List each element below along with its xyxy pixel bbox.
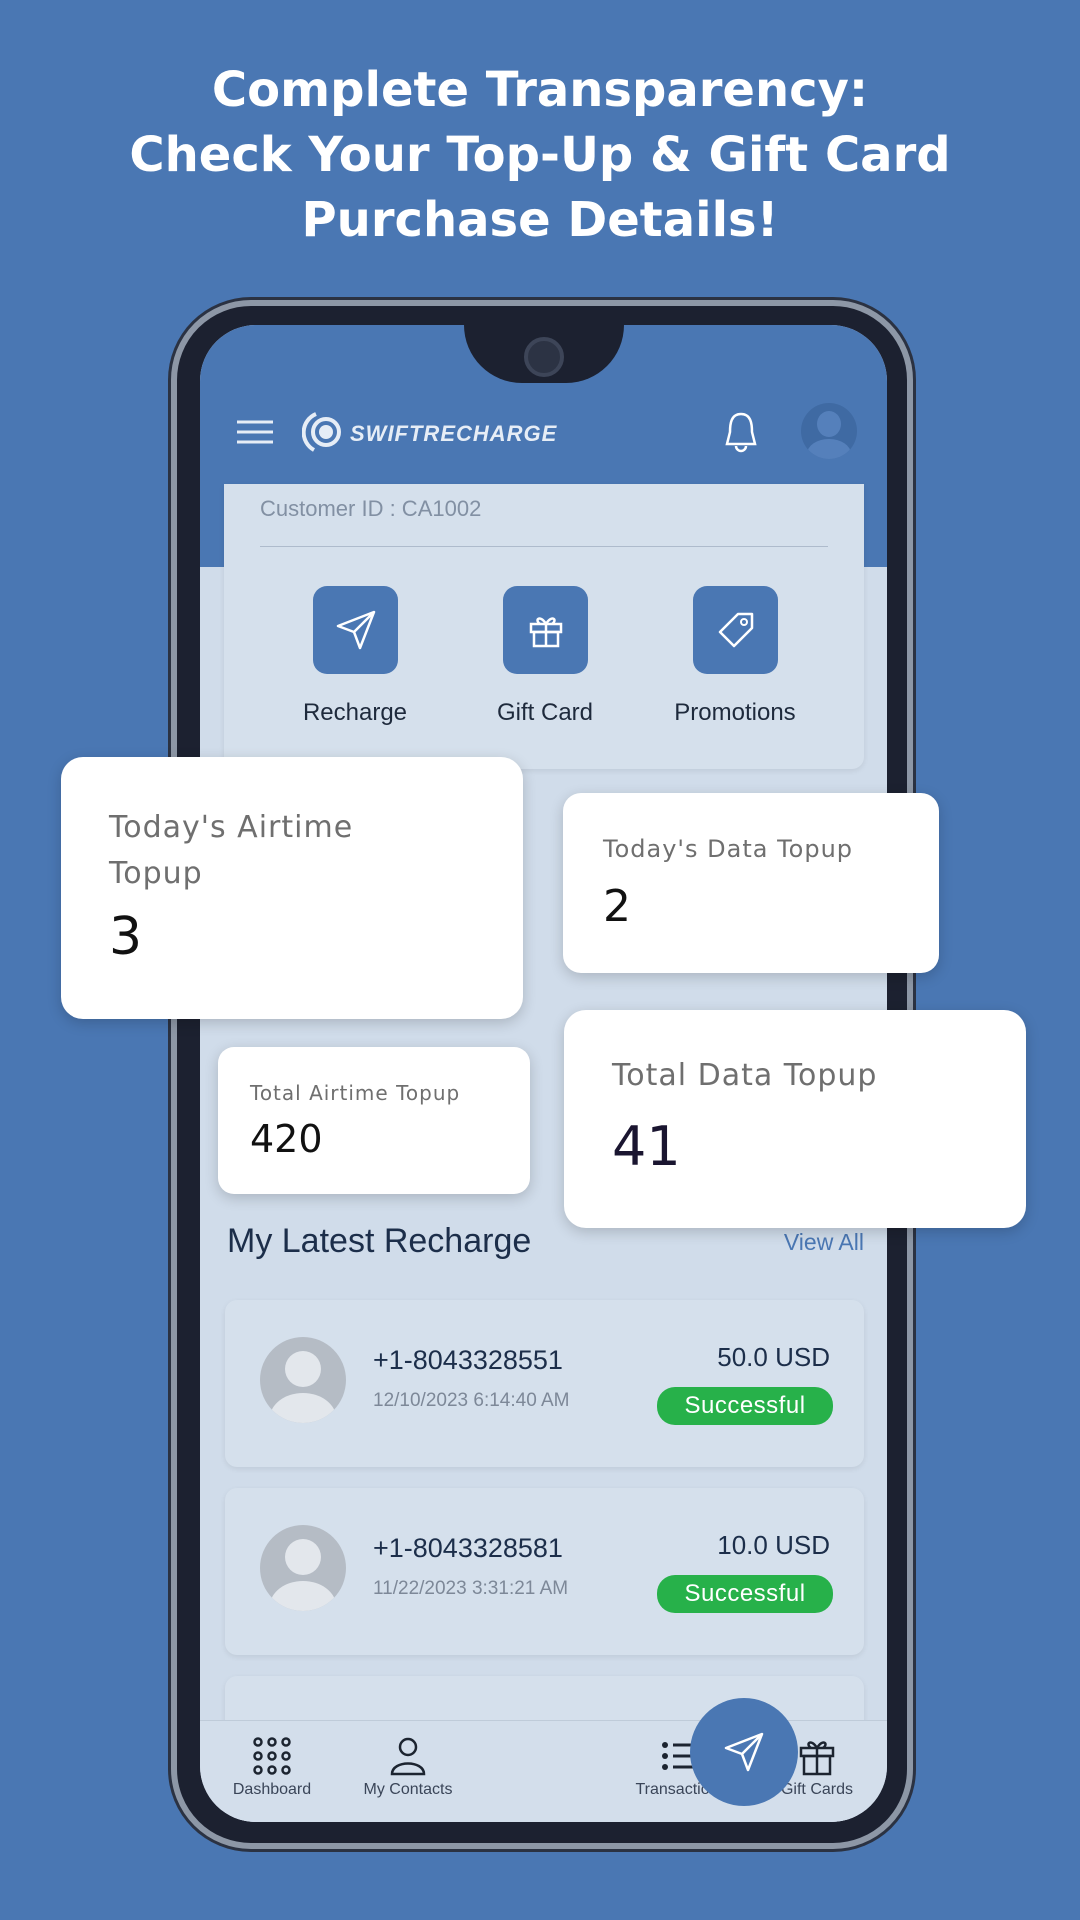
amount: 50.0 USD <box>717 1342 830 1372</box>
nav-dashboard[interactable]: Dashboard <box>207 1736 337 1799</box>
bell-icon[interactable] <box>722 410 760 454</box>
action-gift-card[interactable]: Gift Card <box>445 586 645 727</box>
camera <box>524 337 564 377</box>
stat-card-today-airtime: Today's Airtime Topup 3 <box>61 757 523 1019</box>
amount: 10.0 USD <box>717 1530 830 1560</box>
recharge-item[interactable]: +1-8043328551 12/10/2023 6:14:40 AM 50.0… <box>225 1300 864 1467</box>
stat-card-total-airtime: Total Airtime Topup 420 <box>218 1047 530 1194</box>
stat-label: Total Airtime Topup <box>250 1081 461 1105</box>
nav-label: My Contacts <box>363 1781 453 1798</box>
grid-icon <box>253 1737 291 1775</box>
headline: Complete Transparency: Check Your Top-Up… <box>0 58 1080 253</box>
gift-icon <box>799 1741 835 1776</box>
action-promotions[interactable]: Promotions <box>635 586 835 727</box>
headline-line: Purchase Details! <box>301 192 779 248</box>
customer-id: Customer ID : CA1002 <box>260 496 482 521</box>
tag-icon <box>693 586 778 674</box>
customer-card: Customer ID : CA1002 Recharge Gift Card … <box>224 484 864 769</box>
user-icon <box>390 1737 426 1776</box>
stat-value: 420 <box>250 1117 323 1161</box>
send-icon <box>313 586 398 674</box>
divider <box>260 546 828 547</box>
recharge-date: 11/22/2023 3:31:21 AM <box>373 1578 569 1599</box>
status-badge: Successful <box>657 1575 833 1613</box>
stat-card-today-data: Today's Data Topup 2 <box>563 793 939 973</box>
nav-my-contacts[interactable]: My Contacts <box>343 1736 473 1799</box>
gift-icon <box>503 586 588 674</box>
stat-label: Today's Data Topup <box>603 835 854 863</box>
nav-label: Dashboard <box>232 1781 312 1798</box>
action-label: Gift Card <box>496 699 594 726</box>
send-icon <box>724 1732 764 1772</box>
action-label: Promotions <box>674 699 796 726</box>
recharge-item[interactable]: +1-8043328581 11/22/2023 3:31:21 AM 10.0… <box>225 1488 864 1655</box>
view-all-link[interactable]: View All <box>784 1229 864 1256</box>
headline-line: Check Your Top-Up & Gift Card <box>129 127 951 183</box>
contact-avatar <box>260 1337 346 1423</box>
action-recharge[interactable]: Recharge <box>255 586 455 727</box>
stat-value: 3 <box>109 907 143 967</box>
action-label: Recharge <box>302 699 408 726</box>
status-badge: Successful <box>657 1387 833 1425</box>
brand-name: SWIFTRECHARGE <box>350 421 558 446</box>
stat-label: Today's Airtime Topup <box>109 810 354 891</box>
stat-value: 2 <box>603 881 631 932</box>
section-title: My Latest Recharge <box>227 1222 532 1260</box>
menu-icon[interactable] <box>237 419 273 445</box>
recharge-date: 12/10/2023 6:14:40 AM <box>373 1390 570 1411</box>
phone-number: +1-8043328551 <box>373 1345 563 1375</box>
contact-avatar <box>260 1525 346 1611</box>
headline-line: Complete Transparency: <box>211 62 869 118</box>
stat-value: 41 <box>612 1115 681 1178</box>
phone-number: +1-8043328581 <box>373 1533 563 1563</box>
brand-logo-icon <box>302 412 341 452</box>
recharge-fab[interactable] <box>690 1698 798 1806</box>
stat-label: Total Data Topup <box>612 1058 878 1093</box>
stat-card-total-data: Total Data Topup 41 <box>564 1010 1026 1228</box>
avatar[interactable] <box>801 403 857 459</box>
